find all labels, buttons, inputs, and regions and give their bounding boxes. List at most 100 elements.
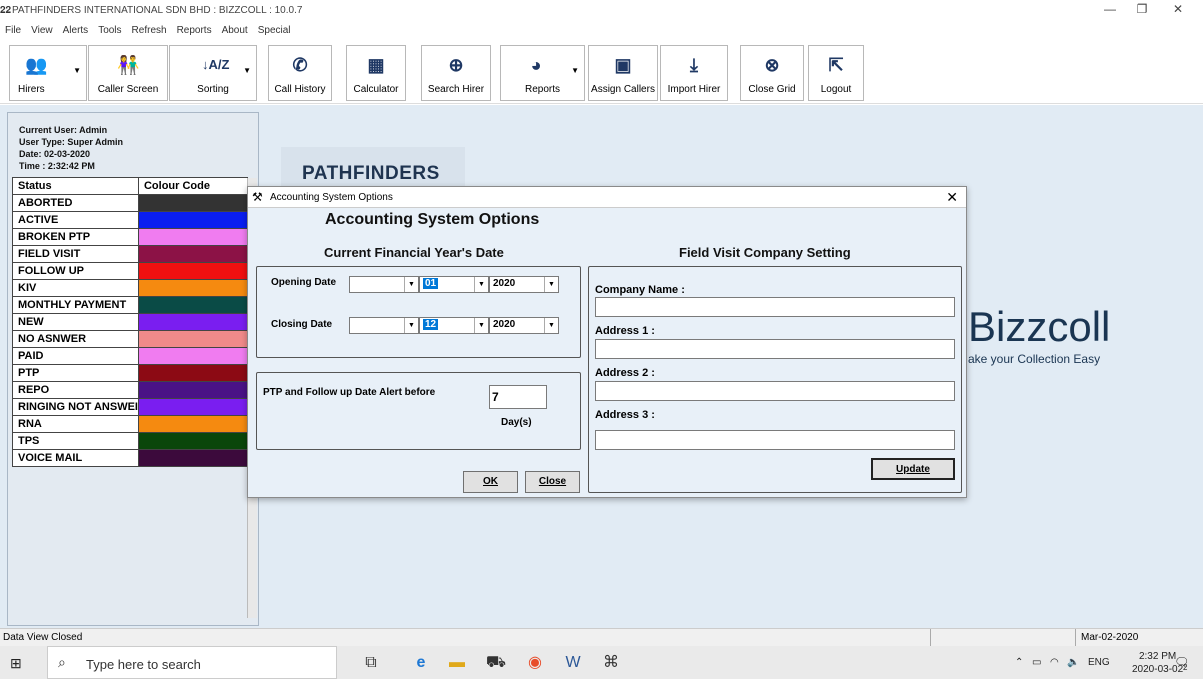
user-type: User Type: Super Admin	[19, 137, 124, 147]
close-grid-button[interactable]: ⊗ Close Grid	[740, 45, 804, 101]
caller-screen-button[interactable]: 👫 Caller Screen	[88, 45, 168, 101]
minimize-button[interactable]: —	[1095, 2, 1125, 20]
current-user: Current User: Admin	[19, 125, 108, 135]
search-hirer-button[interactable]: ⊕ Search Hirer	[421, 45, 491, 101]
status-colour-swatch	[137, 194, 249, 212]
address2-label: Address 2 :	[595, 367, 655, 379]
alert-label: PTP and Follow up Date Alert before	[263, 387, 436, 398]
sorting-button[interactable]: ↓A/Z ▼ Sorting	[169, 45, 257, 101]
update-button[interactable]: Update	[871, 458, 955, 480]
address3-label: Address 3 :	[595, 409, 655, 421]
table-row[interactable]: NEW	[12, 313, 249, 331]
table-row[interactable]: TPS	[12, 432, 249, 450]
store-icon[interactable]: ⛟	[485, 653, 507, 673]
status-name: BROKEN PTP	[12, 228, 139, 246]
address3-input[interactable]	[595, 430, 955, 450]
field-visit-group: Company Name : Address 1 : Address 2 : A…	[588, 266, 962, 493]
table-row[interactable]: RINGING NOT ANSWEI	[12, 398, 249, 416]
table-row[interactable]: PAID	[12, 347, 249, 365]
opening-month-select[interactable]: 01 ▼	[419, 276, 489, 293]
import-hirer-button[interactable]: ⤓ Import Hirer	[660, 45, 728, 101]
logout-button[interactable]: ⇱ Logout	[808, 45, 864, 101]
alert-days-input[interactable]: 7	[489, 385, 547, 409]
table-row[interactable]: REPO	[12, 381, 249, 399]
table-header-row: Status Colour Code	[12, 177, 249, 195]
menu-view[interactable]: View	[26, 22, 58, 42]
ok-button[interactable]: OK	[463, 471, 518, 493]
menu-refresh[interactable]: Refresh	[127, 22, 172, 42]
status-separator	[930, 629, 931, 647]
table-row[interactable]: VOICE MAIL	[12, 449, 249, 467]
status-name: NEW	[12, 313, 139, 331]
battery-icon[interactable]: ▭	[1032, 657, 1041, 668]
word-icon[interactable]: W	[562, 653, 584, 673]
closing-month-select[interactable]: 12 ▼	[419, 317, 489, 334]
menu-about[interactable]: About	[217, 22, 253, 42]
background-card-title: PATHFINDERS	[302, 163, 440, 184]
caller-screen-icon: 👫	[117, 55, 140, 75]
assign-callers-button[interactable]: ▣ Assign Callers	[588, 45, 658, 101]
status-colour-swatch	[137, 432, 249, 450]
table-row[interactable]: NO ASNWER	[12, 330, 249, 348]
closing-year-select[interactable]: 2020 ▼	[489, 317, 559, 334]
contact-card-icon: ▣	[614, 55, 632, 75]
status-name: VOICE MAIL	[12, 449, 139, 467]
table-row[interactable]: RNA	[12, 415, 249, 433]
address1-label: Address 1 :	[595, 325, 655, 337]
status-colour-swatch	[137, 398, 249, 416]
dialog-close-icon[interactable]: ✕	[946, 189, 958, 206]
address1-input[interactable]	[595, 339, 955, 359]
app-taskbar-icon[interactable]: ⌘	[600, 653, 622, 673]
windows-start-icon[interactable]: ⊞	[10, 655, 22, 672]
closing-day-select[interactable]: ▼	[349, 317, 419, 334]
chevron-down-icon: ▼	[243, 66, 251, 75]
language-indicator[interactable]: ENG	[1088, 657, 1110, 668]
table-row[interactable]: FOLLOW UP	[12, 262, 249, 280]
task-view-icon[interactable]: ⧉	[360, 653, 382, 673]
menu-file[interactable]: File	[0, 22, 26, 42]
company-name-input[interactable]	[595, 297, 955, 317]
wifi-icon[interactable]: ◠	[1050, 657, 1059, 668]
chrome-icon[interactable]: ◉	[524, 653, 546, 673]
people-icon: 👥	[25, 55, 48, 75]
hirers-button[interactable]: 👥 ▼ Hirers	[9, 45, 87, 101]
edge-icon[interactable]: e	[410, 653, 432, 673]
tray-chevron-icon[interactable]: ⌃	[1015, 657, 1023, 668]
volume-icon[interactable]: 🔈	[1067, 657, 1079, 668]
call-history-button[interactable]: ✆ Call History	[268, 45, 332, 101]
opening-day-select[interactable]: ▼	[349, 276, 419, 293]
dialog-title-bar: ⚒ Accounting System Options ✕	[248, 187, 966, 208]
menu-alerts[interactable]: Alerts	[58, 22, 94, 42]
opening-year-select[interactable]: 2020 ▼	[489, 276, 559, 293]
table-row[interactable]: KIV	[12, 279, 249, 297]
opening-date-label: Opening Date	[271, 277, 337, 288]
calculator-button[interactable]: ▦ Calculator	[346, 45, 406, 101]
status-colour-swatch	[137, 279, 249, 297]
table-row[interactable]: FIELD VISIT	[12, 245, 249, 263]
sort-az-icon: ↓A/Z	[202, 57, 230, 72]
window-title: PATHFINDERS INTERNATIONAL SDN BHD : BIZZ…	[12, 5, 303, 16]
table-row[interactable]: ABORTED	[12, 194, 249, 212]
window-close-button[interactable]: ✕	[1163, 2, 1193, 20]
menu-tools[interactable]: Tools	[93, 22, 126, 42]
table-row[interactable]: PTP	[12, 364, 249, 382]
financial-year-group: Opening Date ▼ 01 ▼ 2020 ▼ Closing Date …	[256, 266, 581, 358]
status-colour-swatch	[137, 364, 249, 382]
search-icon: ⊕	[448, 55, 464, 75]
table-row[interactable]: ACTIVE	[12, 211, 249, 229]
file-explorer-icon[interactable]: ▬	[446, 653, 468, 673]
restore-button[interactable]: ❐	[1127, 2, 1157, 20]
status-name: TPS	[12, 432, 139, 450]
status-colour-swatch	[137, 347, 249, 365]
close-button[interactable]: Close	[525, 471, 580, 493]
taskbar-search[interactable]: ⌕ Type here to search	[47, 646, 337, 679]
colour-code-header: Colour Code	[137, 177, 249, 195]
menu-special[interactable]: Special	[253, 22, 296, 42]
table-row[interactable]: MONTHLY PAYMENT	[12, 296, 249, 314]
download-icon: ⤓	[690, 55, 698, 75]
reports-button[interactable]: ◕ ▼ Reports	[500, 45, 585, 101]
menu-reports[interactable]: Reports	[172, 22, 217, 42]
table-row[interactable]: BROKEN PTP	[12, 228, 249, 246]
status-name: REPO	[12, 381, 139, 399]
address2-input[interactable]	[595, 381, 955, 401]
